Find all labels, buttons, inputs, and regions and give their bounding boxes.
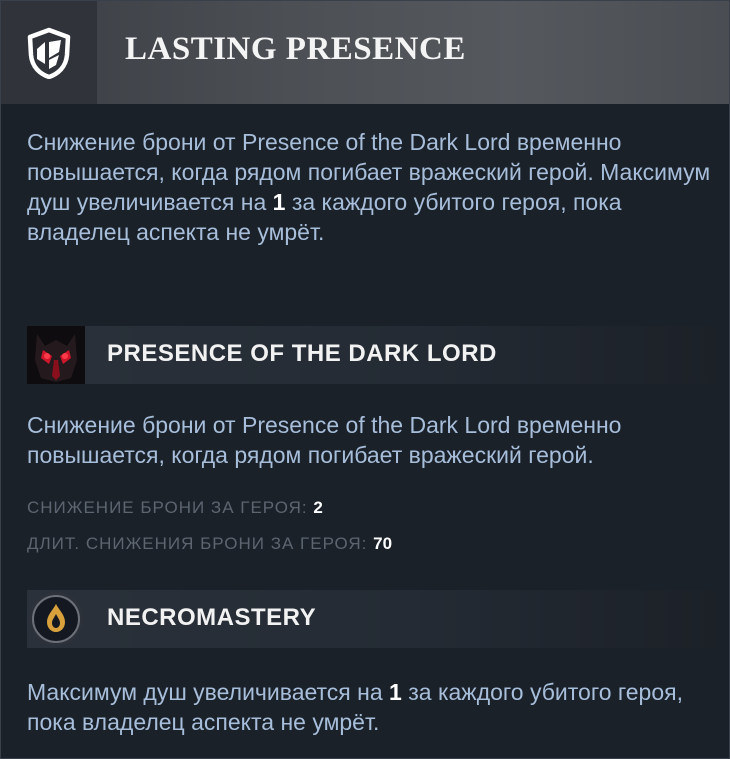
stat-value: 70 <box>373 534 393 553</box>
stat-armor-reduction: СНИЖЕНИЕ БРОНИ ЗА ГЕРОЯ: 2 <box>27 498 323 518</box>
stat-label: ДЛИТ. СНИЖЕНИЯ БРОНИ ЗА ГЕРОЯ: <box>27 534 374 553</box>
aspect-title: LASTING PRESENCE <box>125 31 466 67</box>
aspect-tooltip: LASTING PRESENCE Снижение брони от Prese… <box>0 0 730 759</box>
ability-description-presence: Снижение брони от Presence of the Dark L… <box>27 412 622 468</box>
necro-desc-text1: Максимум душ увеличивается на <box>27 679 390 705</box>
soul-flame-icon <box>29 592 83 646</box>
necro-desc-value: 1 <box>389 679 402 705</box>
dark-lord-portrait-icon <box>27 326 85 384</box>
ability-description-necromastery: Максимум душ увеличивается на 1 за каждо… <box>27 677 717 737</box>
ability-title-presence: PRESENCE OF THE DARK LORD <box>107 340 497 367</box>
tooltip-header: LASTING PRESENCE <box>1 1 729 104</box>
ability-header-presence[interactable]: PRESENCE OF THE DARK LORD <box>27 326 717 384</box>
aspect-desc-value: 1 <box>272 189 286 215</box>
ability-header-necromastery[interactable]: NECROMASTERY <box>27 590 717 648</box>
header-icon-box <box>1 1 97 104</box>
stat-label: СНИЖЕНИЕ БРОНИ ЗА ГЕРОЯ: <box>27 498 314 517</box>
stat-reduction-duration: ДЛИТ. СНИЖЕНИЯ БРОНИ ЗА ГЕРОЯ: 70 <box>27 534 392 554</box>
shield-aspect-icon <box>27 27 71 79</box>
ability-title-necromastery: NECROMASTERY <box>107 604 317 631</box>
stat-value: 2 <box>313 498 323 517</box>
aspect-description: Снижение брони от Presence of the Dark L… <box>27 127 717 247</box>
